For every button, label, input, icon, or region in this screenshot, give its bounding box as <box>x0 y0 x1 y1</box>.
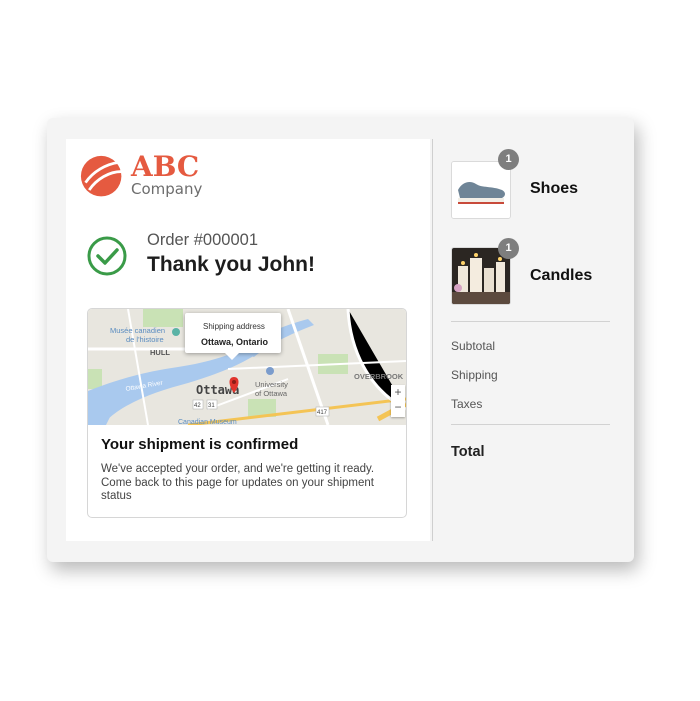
svg-text:HULL: HULL <box>150 348 170 357</box>
svg-text:of Ottawa: of Ottawa <box>255 389 288 398</box>
brand-logo-icon <box>80 155 122 197</box>
brand-wordmark: ABC Company <box>131 150 203 198</box>
check-circle-icon <box>87 236 127 276</box>
svg-text:417: 417 <box>317 410 328 416</box>
zoom-in-button[interactable]: + <box>391 385 405 400</box>
item-name-candles: Candles <box>530 267 593 284</box>
subtotal-label: Subtotal <box>451 339 496 353</box>
shipping-label: Shipping <box>451 368 498 382</box>
shipment-card: Musée canadien de l'histoire HULL Ottawa… <box>87 308 407 518</box>
shipping-address-tooltip: Shipping address Ottawa, Ontario <box>185 313 281 360</box>
panel-divider <box>432 139 433 541</box>
order-number: Order #000001 <box>147 231 258 249</box>
zoom-out-button[interactable]: − <box>391 400 405 415</box>
taxes-label: Taxes <box>451 397 483 411</box>
svg-text:University: University <box>255 380 288 389</box>
brand-name: ABC <box>131 150 200 183</box>
map-zoom-control: + − <box>391 385 405 417</box>
brand-sub: Company <box>131 180 203 198</box>
tooltip-city: Ottawa, Ontario <box>201 337 269 347</box>
svg-text:31: 31 <box>208 403 215 409</box>
item-name-shoes: Shoes <box>530 180 579 197</box>
shoe-icon <box>452 162 510 218</box>
svg-text:Canadian Museum: Canadian Museum <box>178 419 237 425</box>
shipment-title: Your shipment is confirmed <box>101 436 299 453</box>
total-label: Total <box>451 444 485 460</box>
shipment-message: We've accepted your order, and we're get… <box>101 463 375 502</box>
svg-text:Musée canadien: Musée canadien <box>110 326 165 335</box>
item-thumbnail-shoes[interactable] <box>451 161 511 219</box>
svg-text:OVERBROOK: OVERBROOK <box>354 372 404 381</box>
thank-you-heading: Thank you John! <box>147 253 315 276</box>
tooltip-label: Shipping address <box>203 322 265 331</box>
svg-text:de l'histoire: de l'histoire <box>126 335 164 344</box>
summary-divider <box>451 321 610 322</box>
total-divider <box>451 424 610 425</box>
item-qty-badge: 1 <box>498 149 519 170</box>
svg-text:42: 42 <box>194 403 201 409</box>
item-qty-badge: 1 <box>498 238 519 259</box>
